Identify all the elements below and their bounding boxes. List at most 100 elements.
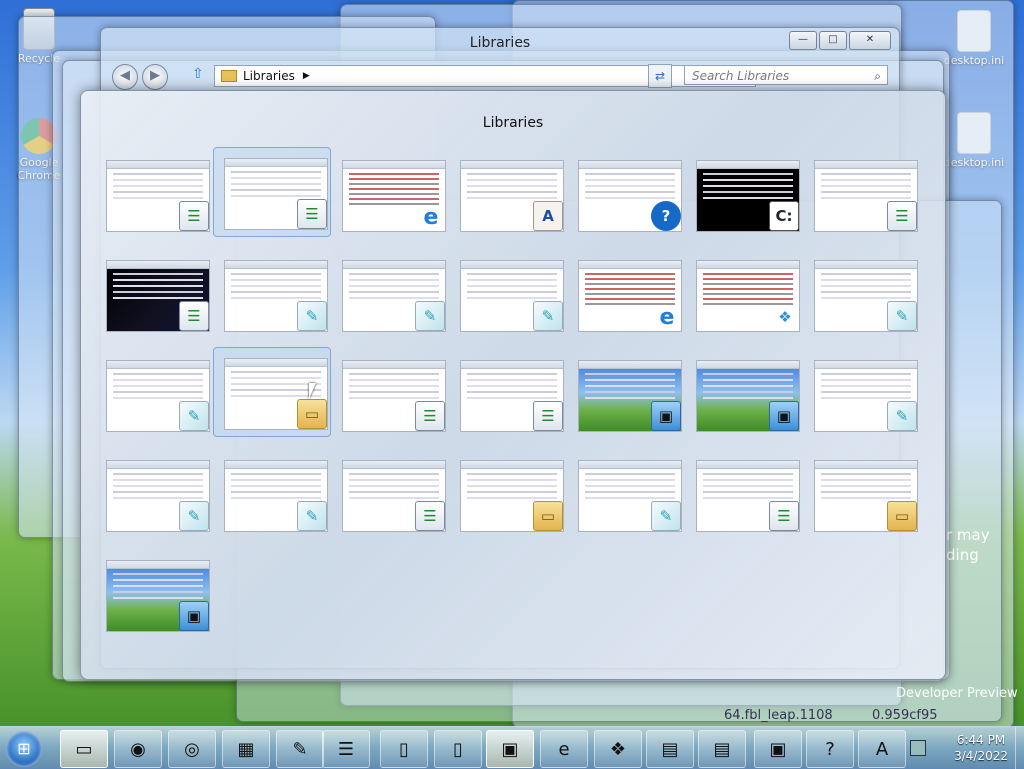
thumbnail-preview: ▣: [106, 560, 210, 632]
up-arrow-icon[interactable]: ⇧: [192, 66, 204, 82]
window-thumbnail[interactable]: ☰: [342, 460, 446, 532]
word-icon: A: [533, 201, 563, 231]
notepad-icon: ✎: [292, 738, 308, 760]
help-icon: ?: [825, 738, 835, 760]
clock-date: 3/4/2022: [954, 749, 1008, 763]
thumbnail-preview: e: [342, 160, 446, 232]
taskbar-button-registry[interactable]: ❖: [594, 730, 642, 768]
thumbnail-preview: ☰: [460, 360, 564, 432]
breadcrumb-item-libraries[interactable]: Libraries: [243, 69, 295, 83]
taskbar-button-taskmgr[interactable]: ▣: [754, 730, 802, 768]
close-button[interactable]: ✕: [849, 31, 891, 50]
window-thumbnail[interactable]: ☰: [106, 260, 210, 332]
taskbar-button-wordpad[interactable]: A: [858, 730, 906, 768]
window-thumbnail[interactable]: ☰: [342, 360, 446, 432]
thumbnail-preview: ☰: [224, 158, 328, 230]
breadcrumb[interactable]: Libraries ▶ ▼: [214, 65, 756, 87]
thumbnail-preview: ✎: [106, 360, 210, 432]
taskbar-button-document-1[interactable]: ▯: [380, 730, 428, 768]
thumbnail-preview: ☰: [106, 160, 210, 232]
window-thumbnail[interactable]: ❖: [696, 260, 800, 332]
control-panel-icon: ▦: [237, 738, 255, 760]
thumbnail-preview: ☰: [696, 460, 800, 532]
thumbnail-preview: ▣: [578, 360, 682, 432]
window-thumbnail[interactable]: ✎: [342, 260, 446, 332]
thumbnail-preview: C:: [696, 160, 800, 232]
document-1-icon: ▯: [399, 738, 409, 760]
note-icon: ✎: [651, 501, 681, 531]
chevron-right-icon[interactable]: ▶: [303, 71, 310, 81]
thumbnail-preview: ☰: [342, 360, 446, 432]
title-bar[interactable]: Libraries — □ ✕: [101, 28, 899, 56]
taskbar-button-document-2[interactable]: ▯: [434, 730, 482, 768]
list-icon: ☰: [769, 501, 799, 531]
ie-icon: e: [423, 204, 439, 230]
window-thumbnail[interactable]: ▭: [460, 460, 564, 532]
window-thumbnail[interactable]: ▭: [814, 460, 918, 532]
thumbnail-preview: ▭: [814, 460, 918, 532]
window-thumbnail[interactable]: ▣: [578, 360, 682, 432]
ie-icon: e: [659, 304, 675, 330]
maximize-button[interactable]: □: [819, 31, 847, 50]
show-desktop-button[interactable]: [1015, 727, 1024, 769]
window-thumbnail[interactable]: ☰: [814, 160, 918, 232]
window-thumbnail[interactable]: ✎: [460, 260, 564, 332]
picture-icon: ▣: [179, 601, 209, 631]
registry-icon: ❖: [609, 738, 627, 760]
taskbar-button-explorer[interactable]: ▭: [60, 730, 108, 768]
mouse-cursor: [309, 383, 316, 399]
minimize-button[interactable]: —: [789, 31, 817, 50]
window-thumbnail[interactable]: ✎: [106, 460, 210, 532]
search-input[interactable]: Search Libraries ⌕: [684, 65, 888, 85]
start-button[interactable]: ⊞: [6, 731, 42, 767]
forward-button[interactable]: ▶: [142, 64, 168, 90]
thumbnail-preview: ☰: [106, 260, 210, 332]
thumbnail-preview: ✎: [460, 260, 564, 332]
window-thumbnail[interactable]: ?: [578, 160, 682, 232]
window-thumbnail[interactable]: ☰: [460, 360, 564, 432]
window-thumbnail[interactable]: A: [460, 160, 564, 232]
network-icon[interactable]: [910, 740, 926, 756]
taskbar-button-list[interactable]: ☰: [322, 730, 370, 768]
thumbnail-preview: ❖: [696, 260, 800, 332]
taskbar-button-cmd-1[interactable]: ▤: [646, 730, 694, 768]
folder-icon: ▭: [297, 399, 327, 429]
background-text: ding: [946, 546, 979, 564]
window-thumbnail[interactable]: e: [342, 160, 446, 232]
window-thumbnail[interactable]: e: [578, 260, 682, 332]
taskbar-button-firefox[interactable]: ◉: [114, 730, 162, 768]
taskbar-button-chrome[interactable]: ◎: [168, 730, 216, 768]
taskbar-button-control-panel[interactable]: ▦: [222, 730, 270, 768]
window-thumbnail[interactable]: ✎: [814, 360, 918, 432]
taskbar-button-cmd-2[interactable]: ▤: [698, 730, 746, 768]
window-thumbnail[interactable]: ✎: [814, 260, 918, 332]
thumbnail-preview: ✎: [342, 260, 446, 332]
thumbnail-preview: ▭: [460, 460, 564, 532]
note-icon: ✎: [297, 301, 327, 331]
window-thumbnail[interactable]: ☰: [106, 160, 210, 232]
window-thumbnail[interactable]: ▣: [106, 560, 210, 632]
window-thumbnail[interactable]: C:: [696, 160, 800, 232]
window-thumbnail[interactable]: ✎: [106, 360, 210, 432]
taskbar-button-notepad[interactable]: ✎: [276, 730, 324, 768]
picture-icon: ▣: [769, 401, 799, 431]
window-thumbnail[interactable]: ✎: [224, 460, 328, 532]
list-icon: ☰: [297, 199, 327, 229]
note-icon: ✎: [415, 301, 445, 331]
window-thumbnail[interactable]: ▣: [696, 360, 800, 432]
note-icon: ✎: [179, 501, 209, 531]
refresh-button[interactable]: ⇄: [648, 64, 672, 88]
window-thumbnail[interactable]: ☰: [696, 460, 800, 532]
address-bar: ◀ ▶ ⇧ Libraries ▶ ▼: [112, 64, 756, 90]
ie-icon: e: [558, 738, 570, 760]
clock[interactable]: 6:44 PM 3/4/2022: [954, 732, 1008, 764]
window-thumbnail[interactable]: ✎: [578, 460, 682, 532]
thumbnail-preview: ✎: [224, 460, 328, 532]
window-thumbnail[interactable]: ☰: [213, 147, 331, 237]
taskbar-button-ie[interactable]: e: [540, 730, 588, 768]
list-icon: ☰: [179, 201, 209, 231]
taskbar-button-pictures[interactable]: ▣: [486, 730, 534, 768]
window-thumbnail[interactable]: ✎: [224, 260, 328, 332]
back-button[interactable]: ◀: [112, 64, 138, 90]
taskbar-button-help[interactable]: ?: [806, 730, 854, 768]
